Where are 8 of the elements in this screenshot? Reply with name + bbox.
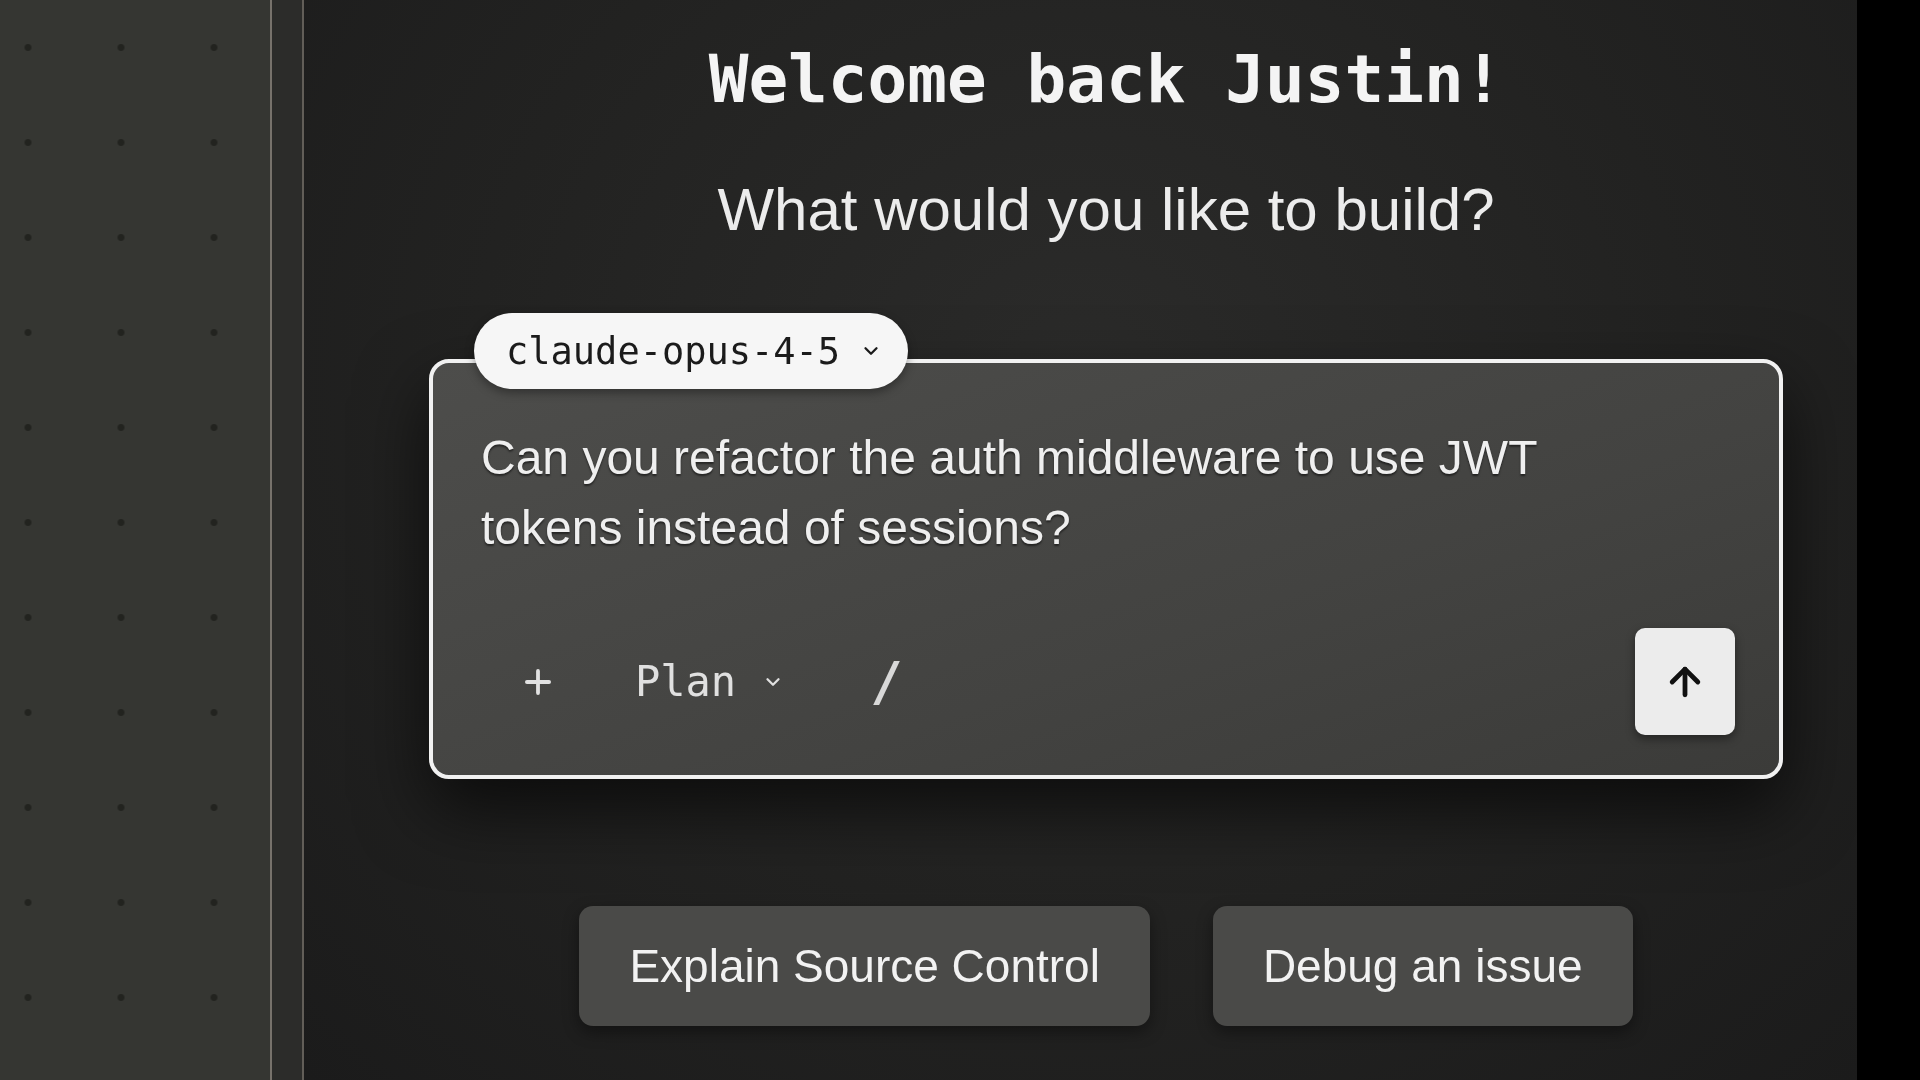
prompt-question: What would you like to build? — [717, 175, 1495, 245]
mode-selector[interactable]: Plan — [635, 657, 785, 706]
send-button[interactable] — [1635, 628, 1735, 735]
model-selector[interactable]: claude-opus-4-5 — [474, 313, 909, 389]
welcome-heading: Welcome back Justin! — [708, 40, 1504, 120]
suggestion-button[interactable]: Explain Source Control — [579, 906, 1150, 1026]
suggestion-button[interactable]: Debug an issue — [1212, 906, 1633, 1026]
command-button[interactable]: / — [870, 649, 903, 714]
